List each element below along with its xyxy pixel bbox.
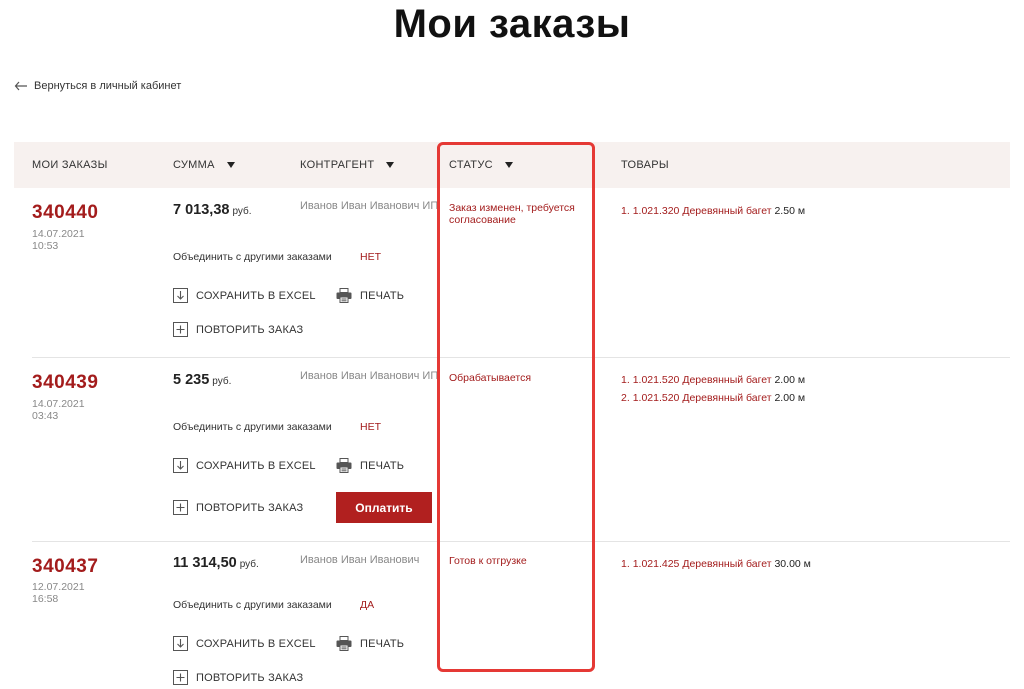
merge-orders-label: Объединить с другими заказами: [173, 421, 332, 433]
printer-icon: [336, 458, 352, 473]
order-status: Готов к отгрузке: [449, 555, 527, 567]
order-goods-list: 1. 1.021.320 Деревянный багет 2.50 м: [621, 202, 805, 220]
order-goods-list: 1. 1.021.425 Деревянный багет 30.00 м: [621, 555, 811, 573]
order-sum-value: 5 235: [173, 372, 210, 388]
goods-item-name[interactable]: Деревянный багет: [682, 374, 771, 386]
goods-item-name[interactable]: Деревянный багет: [682, 205, 771, 217]
header-status-sort[interactable]: СТАТУС: [449, 159, 513, 171]
header-status-label: СТАТУС: [449, 159, 493, 171]
header-orders-label: МОИ ЗАКАЗЫ: [32, 159, 108, 171]
back-link-label: Вернуться в личный кабинет: [34, 80, 182, 92]
goods-item-num: 1.: [621, 558, 630, 570]
order-sum-value: 7 013,38: [173, 202, 230, 218]
order-number[interactable]: 340437: [32, 556, 98, 578]
order-contractor: Иванов Иван Иванович ИП: [300, 200, 439, 212]
plus-box-icon: [173, 670, 188, 685]
repeat-order-button[interactable]: ПОВТОРИТЬ ЗАКАЗ: [173, 500, 303, 515]
goods-item: 2. 1.021.520 Деревянный багет 2.00 м: [621, 389, 805, 407]
save-excel-label: СОХРАНИТЬ В EXCEL: [196, 637, 316, 650]
header-goods-label: ТОВАРЫ: [621, 159, 669, 171]
order-sum: 5 235 руб.: [173, 372, 231, 388]
merge-orders-value[interactable]: ДА: [360, 599, 374, 611]
pay-button[interactable]: Оплатить: [336, 492, 432, 523]
goods-item-qty: 2.00 м: [774, 374, 806, 386]
goods-item-code[interactable]: 1.021.320: [633, 205, 680, 217]
print-button[interactable]: ПЕЧАТЬ: [336, 458, 404, 473]
back-to-account-link[interactable]: Вернуться в личный кабинет: [14, 80, 181, 92]
goods-item-qty: 2.00 м: [774, 392, 806, 404]
order-number[interactable]: 340439: [32, 372, 98, 394]
header-contractor-sort[interactable]: КОНТРАГЕНТ: [300, 159, 395, 171]
order-sum: 11 314,50 руб.: [173, 555, 259, 571]
print-button[interactable]: ПЕЧАТЬ: [336, 636, 404, 651]
goods-item-num: 2.: [621, 392, 630, 404]
printer-icon: [336, 636, 352, 651]
goods-item: 1. 1.021.425 Деревянный багет 30.00 м: [621, 555, 811, 573]
order-time: 03:43: [32, 410, 59, 422]
print-button[interactable]: ПЕЧАТЬ: [336, 288, 404, 303]
save-excel-label: СОХРАНИТЬ В EXCEL: [196, 459, 316, 472]
currency-label: руб.: [212, 376, 232, 387]
goods-item: 1. 1.021.520 Деревянный багет 2.00 м: [621, 371, 805, 389]
merge-orders-value[interactable]: НЕТ: [360, 421, 381, 433]
goods-item-name[interactable]: Деревянный багет: [682, 392, 771, 404]
plus-box-icon: [173, 500, 188, 515]
currency-label: руб.: [232, 206, 252, 217]
repeat-order-label: ПОВТОРИТЬ ЗАКАЗ: [196, 671, 304, 684]
goods-item-code[interactable]: 1.021.520: [633, 392, 680, 404]
merge-orders-label: Объединить с другими заказами: [173, 599, 332, 611]
download-icon: [173, 636, 188, 651]
header-sum-sort[interactable]: СУММА: [173, 159, 235, 171]
save-excel-button[interactable]: СОХРАНИТЬ В EXCEL: [173, 288, 316, 303]
repeat-order-button[interactable]: ПОВТОРИТЬ ЗАКАЗ: [173, 670, 303, 685]
order-sum-value: 11 314,50: [173, 555, 237, 571]
goods-item-qty: 30.00 м: [774, 558, 811, 570]
order-contractor: Иванов Иван Иванович ИП: [300, 370, 439, 382]
print-label: ПЕЧАТЬ: [360, 289, 405, 302]
print-label: ПЕЧАТЬ: [360, 459, 405, 472]
header-contractor-label: КОНТРАГЕНТ: [300, 159, 375, 171]
order-number[interactable]: 340440: [32, 202, 98, 224]
plus-box-icon: [173, 322, 188, 337]
row-divider: [32, 541, 1010, 542]
repeat-order-label: ПОВТОРИТЬ ЗАКАЗ: [196, 323, 304, 336]
caret-down-icon: [386, 162, 395, 168]
download-icon: [173, 458, 188, 473]
save-excel-button[interactable]: СОХРАНИТЬ В EXCEL: [173, 636, 316, 651]
caret-down-icon: [504, 162, 513, 168]
arrow-left-icon: [14, 81, 27, 91]
goods-item-code[interactable]: 1.021.520: [633, 374, 680, 386]
goods-item-qty: 2.50 м: [774, 205, 806, 217]
order-sum: 7 013,38 руб.: [173, 202, 252, 218]
goods-item-code[interactable]: 1.021.425: [633, 558, 680, 570]
repeat-order-button[interactable]: ПОВТОРИТЬ ЗАКАЗ: [173, 322, 303, 337]
orders-table-header: МОИ ЗАКАЗЫ СУММА КОНТРАГЕНТ СТАТУС ТОВАР…: [14, 142, 1010, 188]
row-divider: [32, 357, 1010, 358]
header-orders: МОИ ЗАКАЗЫ: [32, 159, 108, 171]
order-contractor: Иванов Иван Иванович: [300, 554, 420, 566]
download-icon: [173, 288, 188, 303]
page-title: Мои заказы: [393, 2, 631, 46]
currency-label: руб.: [239, 559, 259, 570]
merge-orders-value[interactable]: НЕТ: [360, 251, 381, 263]
goods-item-num: 1.: [621, 205, 630, 217]
caret-down-icon: [226, 162, 235, 168]
order-goods-list: 1. 1.021.520 Деревянный багет 2.00 м 2. …: [621, 371, 805, 407]
header-sum-label: СУММА: [173, 159, 215, 171]
goods-item-name[interactable]: Деревянный багет: [682, 558, 771, 570]
save-excel-label: СОХРАНИТЬ В EXCEL: [196, 289, 316, 302]
save-excel-button[interactable]: СОХРАНИТЬ В EXCEL: [173, 458, 316, 473]
header-goods: ТОВАРЫ: [621, 159, 669, 171]
merge-orders-label: Объединить с другими заказами: [173, 251, 332, 263]
repeat-order-label: ПОВТОРИТЬ ЗАКАЗ: [196, 501, 304, 514]
print-label: ПЕЧАТЬ: [360, 637, 405, 650]
goods-item: 1. 1.021.320 Деревянный багет 2.50 м: [621, 202, 805, 220]
order-time: 16:58: [32, 593, 59, 605]
printer-icon: [336, 288, 352, 303]
goods-item-num: 1.: [621, 374, 630, 386]
order-time: 10:53: [32, 240, 59, 252]
order-status: Обрабатывается: [449, 372, 532, 384]
order-status: Заказ изменен, требуется согласование: [449, 202, 575, 226]
